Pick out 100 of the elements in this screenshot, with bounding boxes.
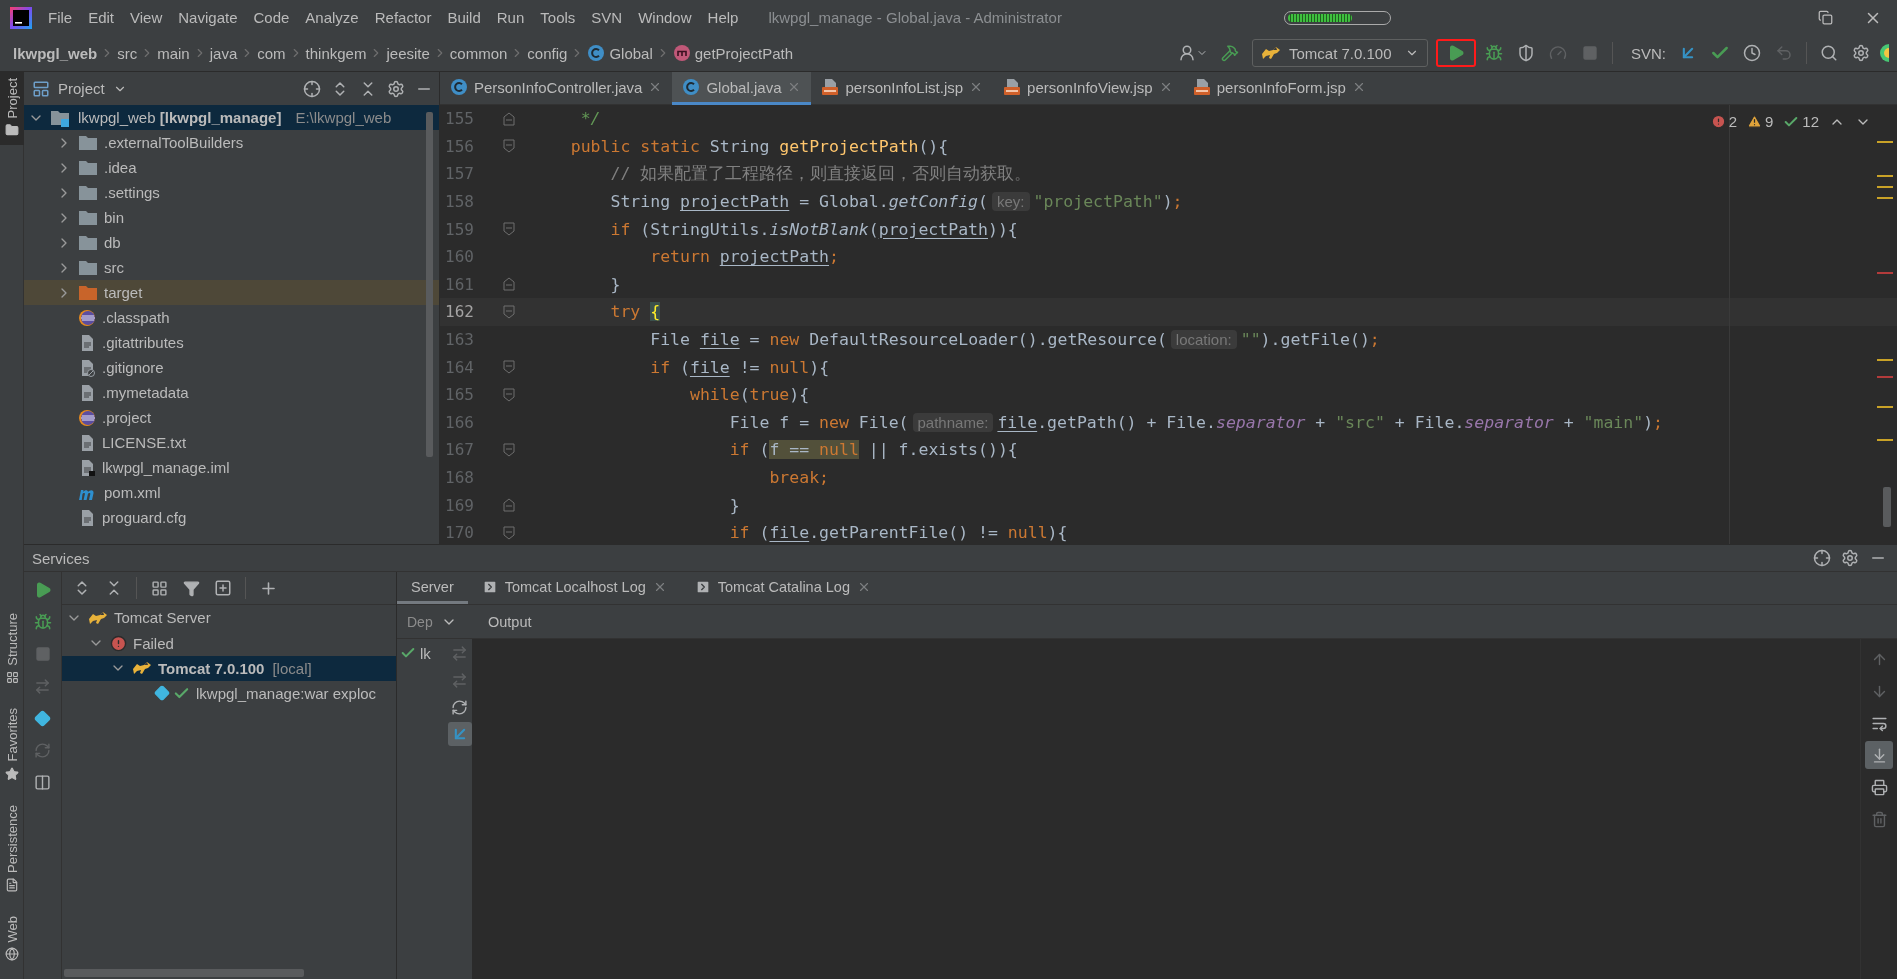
fold-marker-icon[interactable] [502, 222, 515, 237]
fold-marker-icon[interactable] [502, 277, 515, 292]
breadcrumb-item[interactable]: src [114, 42, 141, 64]
tree-row[interactable]: bin [24, 205, 439, 230]
menu-item[interactable]: SVN [583, 5, 631, 30]
line-number: 157 [444, 164, 474, 184]
settings-icon[interactable] [1841, 549, 1859, 567]
fold-marker-icon[interactable] [502, 498, 515, 513]
update-button[interactable] [447, 722, 472, 746]
tool-window-tab[interactable]: Structure [0, 607, 24, 693]
menu-item[interactable]: Build [439, 5, 489, 30]
editor-tab[interactable]: personInfoView.jsp [993, 72, 1183, 105]
svn-label: SVN: [1631, 44, 1666, 62]
panel-tab[interactable]: Tomcat Catalina Log [680, 572, 885, 604]
breadcrumb-item[interactable]: java [206, 42, 241, 64]
tree-row[interactable]: .mymetadata [24, 380, 439, 405]
panel-tab[interactable]: Tomcat Localhost Log [467, 572, 681, 604]
tree-row[interactable]: lkwpgl_manage:war exploc [62, 681, 396, 707]
menu-item[interactable]: Help [699, 5, 747, 30]
tree-row[interactable]: Failed [62, 630, 396, 656]
breadcrumb-item[interactable]: com [254, 42, 289, 64]
tree-row[interactable]: target [24, 280, 439, 305]
settings-icon[interactable] [387, 79, 405, 98]
tree-row[interactable]: src [24, 255, 439, 280]
scrollbar-thumb[interactable] [1883, 487, 1891, 527]
deployment-label[interactable]: lk [420, 644, 431, 662]
fold-marker-icon[interactable] [502, 525, 515, 540]
tree-item-label: src [104, 259, 124, 276]
breadcrumb-item[interactable]: common [446, 42, 511, 64]
tree-row[interactable]: LICENSE.txt [24, 430, 439, 455]
breadcrumb-item[interactable]: getProjectPath [669, 42, 797, 64]
tree-row[interactable]: Tomcat Server [62, 605, 396, 631]
tree-row[interactable]: Tomcat 7.0.100 [local] [62, 655, 396, 682]
tomcat-icon [132, 660, 152, 677]
hammer-icon [1221, 44, 1239, 62]
menu-item[interactable]: Code [245, 5, 298, 30]
fold-marker-icon[interactable] [502, 111, 515, 126]
menu-item[interactable]: File [40, 5, 81, 30]
breadcrumb-item[interactable]: jeesite [383, 42, 433, 64]
breadcrumb-item[interactable]: thinkgem [302, 42, 370, 64]
menu-item[interactable]: Window [630, 5, 700, 30]
tree-item-label: .classpath [102, 309, 170, 326]
tree-row[interactable]: .classpath [24, 305, 439, 330]
undeploy-icon [451, 671, 468, 689]
scrollbar-thumb[interactable] [64, 969, 304, 977]
tree-row[interactable]: lkwpgl_manage.iml [24, 455, 439, 480]
tree-item-label: .externalToolBuilders [104, 134, 244, 151]
project-view-dropdown[interactable]: Project [32, 79, 127, 98]
error-count[interactable]: 2 [1728, 113, 1737, 130]
menu-item[interactable]: Refactor [366, 5, 440, 30]
scrollbar-thumb[interactable] [426, 112, 433, 457]
tree-row[interactable]: proguard.cfg [24, 505, 439, 530]
warning-count[interactable]: 9 [1764, 113, 1774, 130]
fold-marker-icon[interactable] [502, 139, 515, 154]
star-icon [5, 766, 19, 781]
typo-count[interactable]: 12 [1802, 113, 1819, 130]
breadcrumb-item[interactable]: Global [584, 42, 656, 64]
breadcrumb-item[interactable]: config [524, 42, 571, 64]
breadcrumb-item[interactable]: lkwpgl_web [10, 42, 101, 64]
breadcrumb-item[interactable]: main [154, 42, 193, 64]
menu-item[interactable]: View [122, 5, 171, 30]
tool-window-tab[interactable]: Web [0, 909, 24, 969]
deploy-icon [451, 644, 468, 662]
editor-tab[interactable]: personInfoForm.jsp [1182, 72, 1376, 105]
tree-row[interactable]: .settings [24, 180, 439, 205]
tree-row[interactable]: .externalToolBuilders [24, 130, 439, 155]
editor-tab[interactable]: PersonInfoController.java [440, 72, 673, 105]
fold-marker-icon[interactable] [502, 304, 515, 319]
fold-marker-icon[interactable] [502, 442, 515, 457]
editor-tab[interactable]: personInfoList.jsp [811, 72, 994, 105]
menu-item[interactable]: Tools [532, 5, 584, 30]
editor-tab[interactable]: Global.java [672, 72, 812, 105]
locate-icon[interactable] [303, 79, 321, 98]
class-icon [450, 78, 468, 96]
method-icon [672, 44, 691, 62]
scroll-end-button[interactable] [1865, 741, 1893, 769]
menu-item[interactable]: Analyze [297, 5, 367, 30]
menu-item[interactable]: Edit [80, 5, 123, 30]
tree-row[interactable]: db [24, 230, 439, 255]
tree-row[interactable]: .idea [24, 155, 439, 180]
menu-item[interactable]: Run [488, 5, 533, 30]
code-line: File file = new DefaultResourceLoader().getResource( location: "").getFile(); [649, 330, 1380, 350]
tree-row[interactable]: lkwpgl_web [lkwpgl_manage] E:\lkwpgl_web [24, 105, 439, 130]
run-config-dropdown[interactable]: Tomcat 7.0.100 [1252, 39, 1428, 67]
tree-row[interactable]: .project [24, 405, 439, 430]
tool-window-tab[interactable]: Favorites [0, 702, 24, 789]
tree-item-label: db [104, 234, 121, 251]
error-stripe-drawing[interactable] [1877, 141, 1893, 441]
tree-row[interactable]: .gitattributes [24, 330, 439, 355]
tool-window-tab[interactable]: Project [0, 72, 24, 146]
locate-icon[interactable] [1813, 549, 1831, 567]
fold-marker-icon[interactable] [502, 360, 515, 375]
menu-item[interactable]: Navigate [170, 5, 246, 30]
tool-window-tab[interactable]: Persistence [0, 798, 24, 900]
plugin-icon[interactable] [1879, 43, 1889, 63]
fold-marker-icon[interactable] [502, 387, 515, 402]
tree-row[interactable]: pom.xml [24, 480, 439, 505]
tree-row[interactable]: .gitignore [24, 355, 439, 380]
run-button[interactable] [1436, 39, 1476, 67]
window-icon [32, 79, 50, 98]
